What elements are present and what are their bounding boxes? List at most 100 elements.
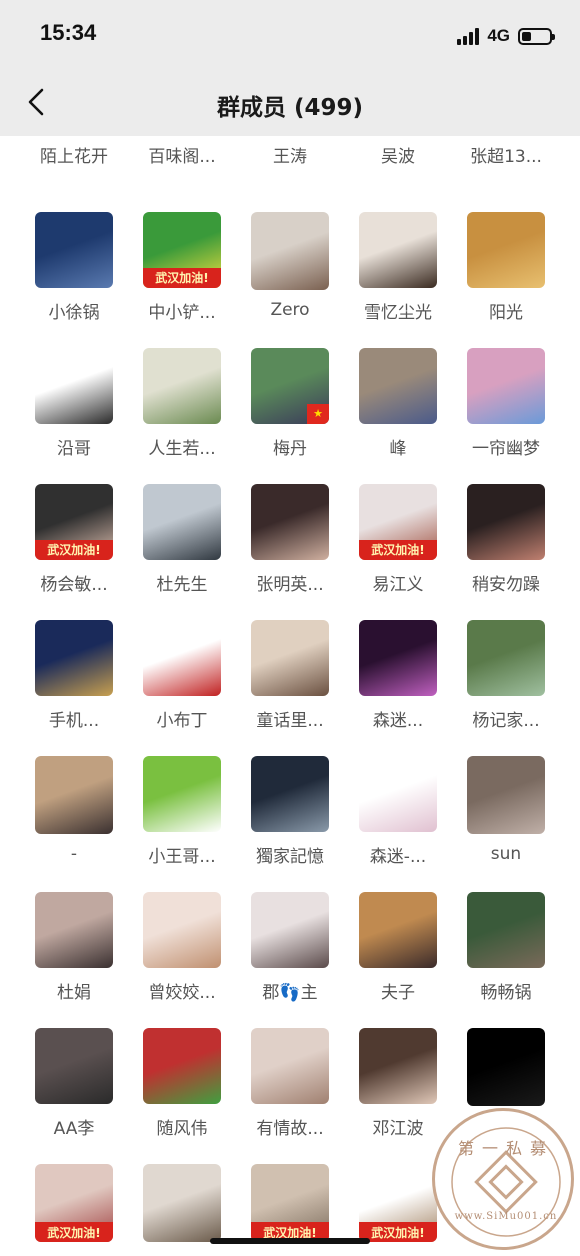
- member-avatar[interactable]: [467, 212, 545, 288]
- member-name: 獨家記憶: [256, 846, 324, 866]
- member-avatar[interactable]: ★: [251, 348, 329, 424]
- member-item[interactable]: AA李: [20, 1028, 128, 1138]
- member-avatar[interactable]: [359, 212, 437, 288]
- member-item[interactable]: 一帘幽梦: [452, 348, 560, 458]
- member-avatar[interactable]: [359, 620, 437, 696]
- member-avatar[interactable]: [143, 756, 221, 832]
- member-avatar[interactable]: [35, 892, 113, 968]
- member-item[interactable]: 峰: [344, 348, 452, 458]
- member-item[interactable]: 手机...: [20, 620, 128, 730]
- member-item[interactable]: 有情故...: [236, 1028, 344, 1138]
- member-avatar[interactable]: [251, 892, 329, 968]
- member-item[interactable]: sun: [452, 756, 560, 866]
- member-avatar[interactable]: [143, 1164, 221, 1242]
- member-name: AA李: [53, 1118, 95, 1138]
- member-avatar[interactable]: [467, 620, 545, 696]
- member-item[interactable]: Zero: [236, 212, 344, 322]
- member-avatar[interactable]: [143, 620, 221, 696]
- member-name: 陌上花开: [40, 147, 108, 167]
- member-name: 郡👣主: [262, 982, 318, 1002]
- member-avatar[interactable]: [251, 484, 329, 560]
- member-avatar[interactable]: [359, 756, 437, 832]
- member-avatar[interactable]: 武汉加油!: [35, 484, 113, 560]
- member-item[interactable]: 森迷...: [344, 620, 452, 730]
- member-item[interactable]: 小布丁: [128, 620, 236, 730]
- member-avatar[interactable]: [467, 756, 545, 834]
- member-item[interactable]: 小徐锅: [20, 212, 128, 322]
- member-avatar[interactable]: 武汉加油!: [251, 1164, 329, 1242]
- member-name: 百味阁...: [148, 147, 216, 167]
- member-item[interactable]: 随风伟: [128, 1028, 236, 1138]
- wuhan-badge: 武汉加油!: [35, 1222, 113, 1242]
- member-item[interactable]: 稍安勿躁: [452, 484, 560, 594]
- member-item[interactable]: 人生若...: [128, 348, 236, 458]
- member-avatar[interactable]: [35, 212, 113, 288]
- member-name: 森迷...: [372, 710, 424, 730]
- member-name: Zero: [270, 300, 310, 320]
- member-avatar[interactable]: [35, 1028, 113, 1104]
- member-avatar[interactable]: [143, 892, 221, 968]
- member-item[interactable]: 杨记家...: [452, 620, 560, 730]
- member-avatar[interactable]: 武汉加油!: [35, 1164, 113, 1242]
- member-item[interactable]: 童话里...: [236, 620, 344, 730]
- member-name: 森迷-...: [369, 846, 427, 866]
- member-avatar[interactable]: 武汉加油!: [143, 212, 221, 288]
- member-item[interactable]: 杜先生: [128, 484, 236, 594]
- member-name: 小布丁: [156, 710, 208, 730]
- member-item[interactable]: 武汉加油! 杨会敏...: [20, 484, 128, 594]
- member-item[interactable]: 杜娟: [20, 892, 128, 1002]
- member-avatar[interactable]: [143, 1028, 221, 1104]
- member-item[interactable]: 郡👣主: [236, 892, 344, 1002]
- member-item[interactable]: 獨家記憶: [236, 756, 344, 866]
- member-item[interactable]: 武汉加油!: [20, 1164, 128, 1256]
- member-avatar[interactable]: [251, 1028, 329, 1104]
- member-avatar[interactable]: [467, 348, 545, 424]
- china-flag-icon: ★: [307, 403, 329, 424]
- member-avatar[interactable]: [35, 348, 113, 424]
- member-avatar[interactable]: [143, 348, 221, 424]
- member-item[interactable]: 张明英...: [236, 484, 344, 594]
- member-avatar[interactable]: [35, 756, 113, 834]
- member-avatar[interactable]: [251, 620, 329, 696]
- member-name: 杨会敏...: [40, 574, 108, 594]
- member-avatar[interactable]: [251, 756, 329, 832]
- member-avatar[interactable]: [359, 1028, 437, 1104]
- member-item[interactable]: 阳光: [452, 212, 560, 322]
- member-name: 吴波: [381, 147, 415, 167]
- seal-emblem-icon: [451, 1127, 561, 1237]
- member-name: 沿哥: [57, 438, 91, 458]
- member-avatar[interactable]: [359, 348, 437, 424]
- member-item[interactable]: 曾姣姣...: [128, 892, 236, 1002]
- member-name: 阳光: [489, 302, 523, 322]
- status-indicators: 4G: [457, 24, 555, 48]
- member-avatar[interactable]: [467, 892, 545, 968]
- member-item[interactable]: 沿哥: [20, 348, 128, 458]
- member-avatar[interactable]: [467, 1028, 545, 1106]
- member-name: 有情故...: [256, 1118, 324, 1138]
- member-name: 梅丹: [273, 438, 307, 458]
- member-avatar[interactable]: 武汉加油!: [359, 484, 437, 560]
- member-avatar[interactable]: [467, 484, 545, 560]
- member-item[interactable]: ★ 梅丹: [236, 348, 344, 458]
- member-name: 易江义: [372, 574, 424, 594]
- member-name: -: [70, 844, 78, 864]
- member-avatar[interactable]: 武汉加油!: [359, 1164, 437, 1242]
- member-item[interactable]: -: [20, 756, 128, 866]
- member-item[interactable]: 夫子: [344, 892, 452, 1002]
- member-avatar[interactable]: [35, 620, 113, 696]
- member-avatar[interactable]: [251, 212, 329, 290]
- member-avatar[interactable]: [143, 484, 221, 560]
- member-avatar[interactable]: [359, 892, 437, 968]
- member-item[interactable]: 武汉加油! 中小铲...: [128, 212, 236, 322]
- member-item[interactable]: 雪忆尘光: [344, 212, 452, 322]
- home-indicator[interactable]: [210, 1238, 370, 1244]
- status-time: 15:34: [40, 20, 97, 45]
- member-item[interactable]: 武汉加油! 易江义: [344, 484, 452, 594]
- wuhan-badge: 武汉加油!: [359, 1222, 437, 1242]
- member-item[interactable]: 畅畅锅: [452, 892, 560, 1002]
- member-name: 童话里...: [256, 710, 324, 730]
- member-item[interactable]: 森迷-...: [344, 756, 452, 866]
- member-item[interactable]: 小王哥...: [128, 756, 236, 866]
- member-name: 张超13...: [470, 147, 542, 167]
- wuhan-badge: 武汉加油!: [143, 267, 221, 288]
